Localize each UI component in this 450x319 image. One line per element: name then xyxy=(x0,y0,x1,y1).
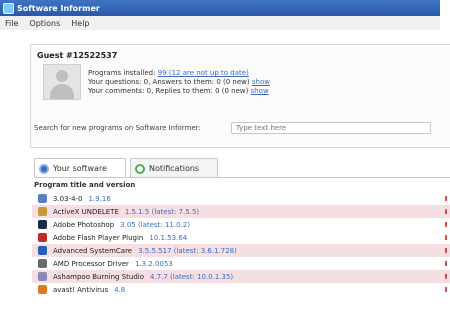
user-stats: Programs installed: 99 (12 are not up to… xyxy=(88,69,270,96)
stat-comments: Your comments: 0, Replies to them: 0 (0 … xyxy=(88,87,269,95)
questions-show-link[interactable]: show xyxy=(252,78,270,86)
stat-questions: Your questions: 0, Answers to them: 0 (0… xyxy=(88,78,270,86)
program-icon xyxy=(38,194,47,203)
tab-your-software[interactable]: Your software xyxy=(34,158,126,178)
tab-bar: Your software Notifications xyxy=(34,158,450,178)
tab-notifications[interactable]: Notifications xyxy=(130,158,218,178)
program-icon xyxy=(38,285,47,294)
window-title: Software Informer xyxy=(17,3,100,13)
title-bar: Software Informer xyxy=(0,0,440,16)
program-icon xyxy=(38,220,47,229)
list-header: Program title and version xyxy=(34,181,136,189)
software-row[interactable]: Advanced SystemCare 3.5.5.517 (latest: 3.… xyxy=(32,244,450,257)
menu-bar: File Options Help xyxy=(0,16,440,30)
app-icon xyxy=(3,2,14,14)
software-row[interactable]: ActiveX UNDELETE 1.5.1.5 (latest: 7.5.5) xyxy=(32,205,450,218)
notifications-icon xyxy=(135,163,145,174)
software-row[interactable]: avast! Antivirus 4.8 xyxy=(32,283,450,296)
program-icon xyxy=(38,246,47,255)
software-row[interactable]: Adobe Flash Player Plugin 10.1.53.64 xyxy=(32,231,450,244)
program-icon xyxy=(38,233,47,242)
comments-show-link[interactable]: show xyxy=(251,87,269,95)
program-icon xyxy=(38,259,47,268)
program-icon xyxy=(38,207,47,216)
avatar xyxy=(43,64,81,100)
user-name: Guest #12522537 xyxy=(37,51,118,60)
software-row[interactable]: AMD Processor Driver 1.3.2.0053 xyxy=(32,257,450,270)
software-row[interactable]: 3.03-4-0 1.9.16 xyxy=(32,192,450,205)
menu-file[interactable]: File xyxy=(5,19,18,28)
tab-divider xyxy=(34,177,450,178)
programs-link[interactable]: 99 (12 are not up to date) xyxy=(158,69,249,77)
stat-programs: Programs installed: 99 (12 are not up to… xyxy=(88,69,249,77)
search-label: Search for new programs on Software Info… xyxy=(34,124,201,132)
software-list: 3.03-4-0 1.9.16 ActiveX UNDELETE 1.5.1.5 (… xyxy=(32,192,450,296)
menu-options[interactable]: Options xyxy=(29,19,60,28)
menu-help[interactable]: Help xyxy=(71,19,89,28)
program-icon xyxy=(38,272,47,281)
search-input[interactable] xyxy=(231,122,431,134)
software-icon xyxy=(39,163,49,174)
software-row[interactable]: Ashampoo Burning Studio 4.7.7 (latest: 10… xyxy=(32,270,450,283)
software-row[interactable]: Adobe Photoshop 3.05 (latest: 11.0.2) xyxy=(32,218,450,231)
user-panel: Guest #12522537 Programs installed: 99 (… xyxy=(30,44,450,148)
